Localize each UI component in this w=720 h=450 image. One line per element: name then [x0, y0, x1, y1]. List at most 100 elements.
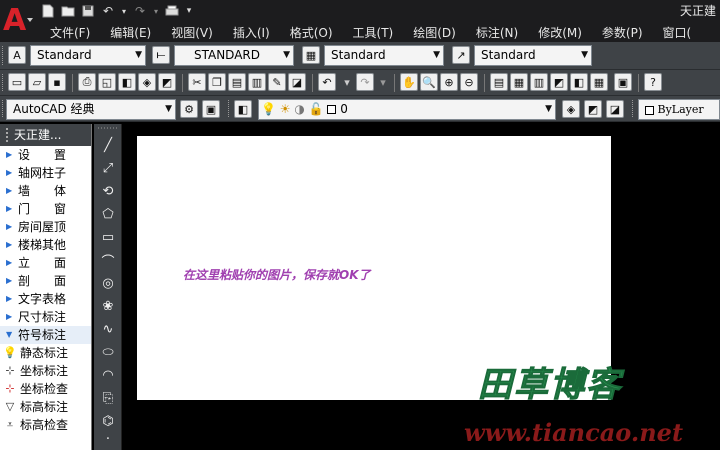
new-icon[interactable]	[40, 3, 56, 19]
color-control-select[interactable]: ByLayer	[638, 99, 720, 120]
revision-cloud-icon[interactable]: ❀	[98, 297, 118, 315]
tarch-item-section[interactable]: ▶ 剖 面	[0, 272, 91, 290]
block-editor-icon[interactable]: ◪	[288, 73, 306, 91]
menu-modify[interactable]: 修改(M)	[528, 24, 592, 42]
tarch-item-axis[interactable]: ▶ 轴网柱子	[0, 164, 91, 182]
tarch-sub-coord[interactable]: ⊹ 坐标标注	[0, 362, 91, 380]
qat-dropdown-icon[interactable]: ▾	[184, 3, 194, 19]
layer-state-icon[interactable]: ◪	[606, 100, 624, 118]
layer-freeze-icon[interactable]: ☀	[280, 102, 291, 116]
table-style-icon[interactable]: ▦	[302, 46, 320, 64]
menu-insert[interactable]: 插入(I)	[223, 24, 280, 42]
tool-palettes-icon[interactable]: ▥	[530, 73, 548, 91]
layer-lock-icon[interactable]: 🔓	[309, 102, 324, 116]
layer-properties-icon[interactable]: ◧	[234, 100, 252, 118]
open-icon[interactable]: ▱	[28, 73, 46, 91]
pan-icon[interactable]: ✋	[400, 73, 418, 91]
insert-block-icon[interactable]: ⎘	[98, 389, 118, 407]
text-style-icon[interactable]: A	[8, 46, 26, 64]
ellipse-arc-icon[interactable]: ◠	[98, 366, 118, 384]
layer-vp-freeze-icon[interactable]: ◑	[294, 102, 304, 116]
copy-icon[interactable]: ❐	[208, 73, 226, 91]
polyline-icon[interactable]: ⟲	[98, 182, 118, 200]
toolbar-grip[interactable]	[632, 100, 635, 117]
tarch-item-door-window[interactable]: ▶ 门 窗	[0, 200, 91, 218]
menu-edit[interactable]: 编辑(E)	[100, 24, 161, 42]
menu-window[interactable]: 窗口(	[653, 24, 702, 42]
sheet-set-icon[interactable]: ◩	[550, 73, 568, 91]
undo-icon[interactable]: ↶	[318, 73, 336, 91]
toolbar-grip[interactable]	[228, 100, 231, 117]
spline-icon[interactable]: ∿	[98, 320, 118, 338]
arc-icon[interactable]: ⌒	[98, 251, 118, 270]
publish-icon[interactable]: ◧	[118, 73, 136, 91]
markup-icon[interactable]: ◧	[570, 73, 588, 91]
etransmit-icon[interactable]: ◩	[158, 73, 176, 91]
polygon-icon[interactable]: ⬠	[98, 205, 118, 223]
menu-tools[interactable]: 工具(T)	[343, 24, 404, 42]
dim-style-icon[interactable]: ⟝	[152, 46, 170, 64]
my-workspace-icon[interactable]: ▣	[202, 100, 220, 118]
toolbar-grip[interactable]	[2, 100, 5, 117]
save-icon[interactable]	[80, 3, 96, 19]
line-icon[interactable]: ╱	[98, 136, 118, 154]
multileader-style-icon[interactable]: ↗	[452, 46, 470, 64]
layer-select[interactable]: 💡 ☀ ◑ 🔓 0 ▼	[258, 99, 556, 120]
menu-format[interactable]: 格式(O)	[280, 24, 343, 42]
workspace-select[interactable]: AutoCAD 经典 ▼	[6, 99, 176, 120]
toolbar-grip[interactable]	[2, 74, 5, 91]
qnew-icon[interactable]: ▭	[8, 73, 26, 91]
undo-icon[interactable]: ↶	[100, 3, 116, 19]
tarch-sub-coord-check[interactable]: ⊹ 坐标检查	[0, 380, 91, 398]
paste-special-icon[interactable]: ▥	[248, 73, 266, 91]
tarch-panel-header[interactable]: 天正建...	[0, 124, 91, 146]
cut-icon[interactable]: ✂	[188, 73, 206, 91]
open-icon[interactable]	[60, 3, 76, 19]
tarch-item-symbol[interactable]: ▼ 符号标注	[0, 326, 91, 344]
tarch-sub-elevation-check[interactable]: ⩡ 标高检查	[0, 416, 91, 434]
quickcalc-icon[interactable]: ▦	[590, 73, 608, 91]
tarch-item-text-table[interactable]: ▶ 文字表格	[0, 290, 91, 308]
menu-dimension[interactable]: 标注(N)	[466, 24, 528, 42]
paste-icon[interactable]: ▤	[228, 73, 246, 91]
point-icon[interactable]: ·	[98, 430, 118, 448]
design-center-icon[interactable]: ▦	[510, 73, 528, 91]
rectangle-icon[interactable]: ▭	[98, 228, 118, 246]
panel-grip-icon[interactable]	[6, 128, 12, 142]
properties-icon[interactable]: ▤	[490, 73, 508, 91]
redo-icon[interactable]: ↷	[356, 73, 374, 91]
redo-dropdown-icon[interactable]: ▾	[152, 3, 160, 19]
tarch-item-room-roof[interactable]: ▶ 房间屋顶	[0, 218, 91, 236]
table-style-select[interactable]: Standard ▼	[324, 45, 444, 66]
zoom-previous-icon[interactable]: ⊖	[460, 73, 478, 91]
help-icon[interactable]: ?	[644, 73, 662, 91]
tarch-item-dimension[interactable]: ▶ 尺寸标注	[0, 308, 91, 326]
undo-dropdown-icon[interactable]: ▾	[342, 73, 352, 91]
text-style-select[interactable]: Standard ▼	[30, 45, 146, 66]
menu-view[interactable]: 视图(V)	[161, 24, 223, 42]
tarch-item-wall[interactable]: ▶ 墙 体	[0, 182, 91, 200]
circle-icon[interactable]: ◎	[98, 274, 118, 292]
plot-icon[interactable]: ⎙	[78, 73, 96, 91]
dim-style-select[interactable]: STANDARD ▼	[174, 45, 294, 66]
tarch-item-stairs[interactable]: ▶ 楼梯其他	[0, 236, 91, 254]
menu-draw[interactable]: 绘图(D)	[403, 24, 466, 42]
plot-preview-icon[interactable]: ◱	[98, 73, 116, 91]
menu-file[interactable]: 文件(F)	[40, 24, 100, 42]
tarch-sub-elevation[interactable]: ▽ 标高标注	[0, 398, 91, 416]
undo-dropdown-icon[interactable]: ▾	[120, 3, 128, 19]
construction-line-icon[interactable]: ⤢	[98, 159, 118, 177]
tarch-sub-static[interactable]: 💡 静态标注	[0, 344, 91, 362]
multileader-style-select[interactable]: Standard ▼	[474, 45, 592, 66]
tarch-item-settings[interactable]: ▶ 设 置	[0, 146, 91, 164]
zoom-realtime-icon[interactable]: 🔍	[420, 73, 438, 91]
make-current-icon[interactable]: ◈	[562, 100, 580, 118]
zoom-window-icon[interactable]: ⊕	[440, 73, 458, 91]
save-icon[interactable]: ▪	[48, 73, 66, 91]
toolbar-grip[interactable]	[2, 46, 5, 65]
ellipse-icon[interactable]: ⬭	[98, 343, 118, 361]
layer-previous-icon[interactable]: ◩	[584, 100, 602, 118]
application-menu-button[interactable]: A	[0, 0, 36, 40]
make-block-icon[interactable]: ⌬	[98, 412, 118, 430]
3d-dwf-icon[interactable]: ◈	[138, 73, 156, 91]
